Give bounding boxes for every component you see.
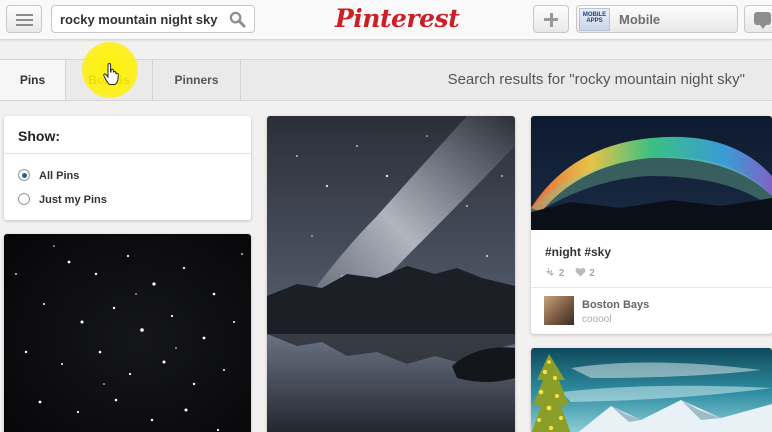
user-name: Mobile: [619, 12, 661, 27]
divider: [531, 287, 772, 288]
like-count: 2: [589, 268, 595, 279]
tab-pinners[interactable]: Pinners: [153, 60, 241, 100]
pin-image[interactable]: [531, 116, 772, 230]
repin-count: 2: [558, 268, 565, 279]
tab-pins[interactable]: Pins: [0, 60, 66, 100]
pin-card[interactable]: [267, 116, 515, 432]
notifications-icon: [754, 12, 771, 29]
user-avatar: MOBILE APPS: [579, 8, 610, 31]
radio-just-my-pins[interactable]: [18, 193, 30, 205]
option-all-pins-label: All Pins: [39, 170, 80, 182]
pinterest-logo[interactable]: Pinterest: [335, 1, 460, 37]
show-filter-panel: Show: All Pins Just my Pins: [4, 116, 251, 220]
search-icon[interactable]: [229, 11, 246, 28]
pin-stats: 2 2: [545, 267, 595, 279]
pin-image[interactable]: [267, 116, 515, 432]
radio-all-pins[interactable]: [18, 169, 30, 181]
pin-image[interactable]: [531, 348, 772, 432]
option-all-pins[interactable]: All Pins: [18, 169, 79, 182]
menu-icon: [16, 14, 33, 26]
hand-cursor-icon: [103, 63, 119, 85]
like-icon: [575, 267, 586, 277]
pin-caption: #night #sky: [545, 245, 612, 259]
pinner-board[interactable]: cooool: [582, 314, 611, 325]
pin-card[interactable]: [531, 348, 772, 432]
pinner-name[interactable]: Boston Bays: [582, 299, 649, 311]
pin-card[interactable]: [4, 234, 251, 432]
top-navigation-bar: Pinterest MOBILE APPS Mobile: [0, 0, 772, 40]
repin-icon: [546, 268, 554, 276]
search-box[interactable]: [51, 5, 255, 33]
search-input[interactable]: [52, 6, 227, 32]
pin-card[interactable]: #night #sky 2 2 Boston Bays cooool: [531, 116, 772, 334]
option-just-my-pins-label: Just my Pins: [39, 194, 107, 206]
search-results-heading: Search results for "rocky mountain night…: [447, 71, 745, 88]
notifications-button[interactable]: [744, 5, 772, 33]
show-title: Show:: [18, 128, 60, 144]
pin-image[interactable]: [4, 234, 251, 432]
option-just-my-pins[interactable]: Just my Pins: [18, 193, 107, 206]
menu-button[interactable]: [6, 5, 42, 33]
divider: [4, 153, 251, 154]
user-menu-button[interactable]: MOBILE APPS Mobile: [576, 5, 738, 33]
pinner-avatar[interactable]: [544, 296, 574, 325]
add-pin-button[interactable]: [533, 5, 569, 33]
